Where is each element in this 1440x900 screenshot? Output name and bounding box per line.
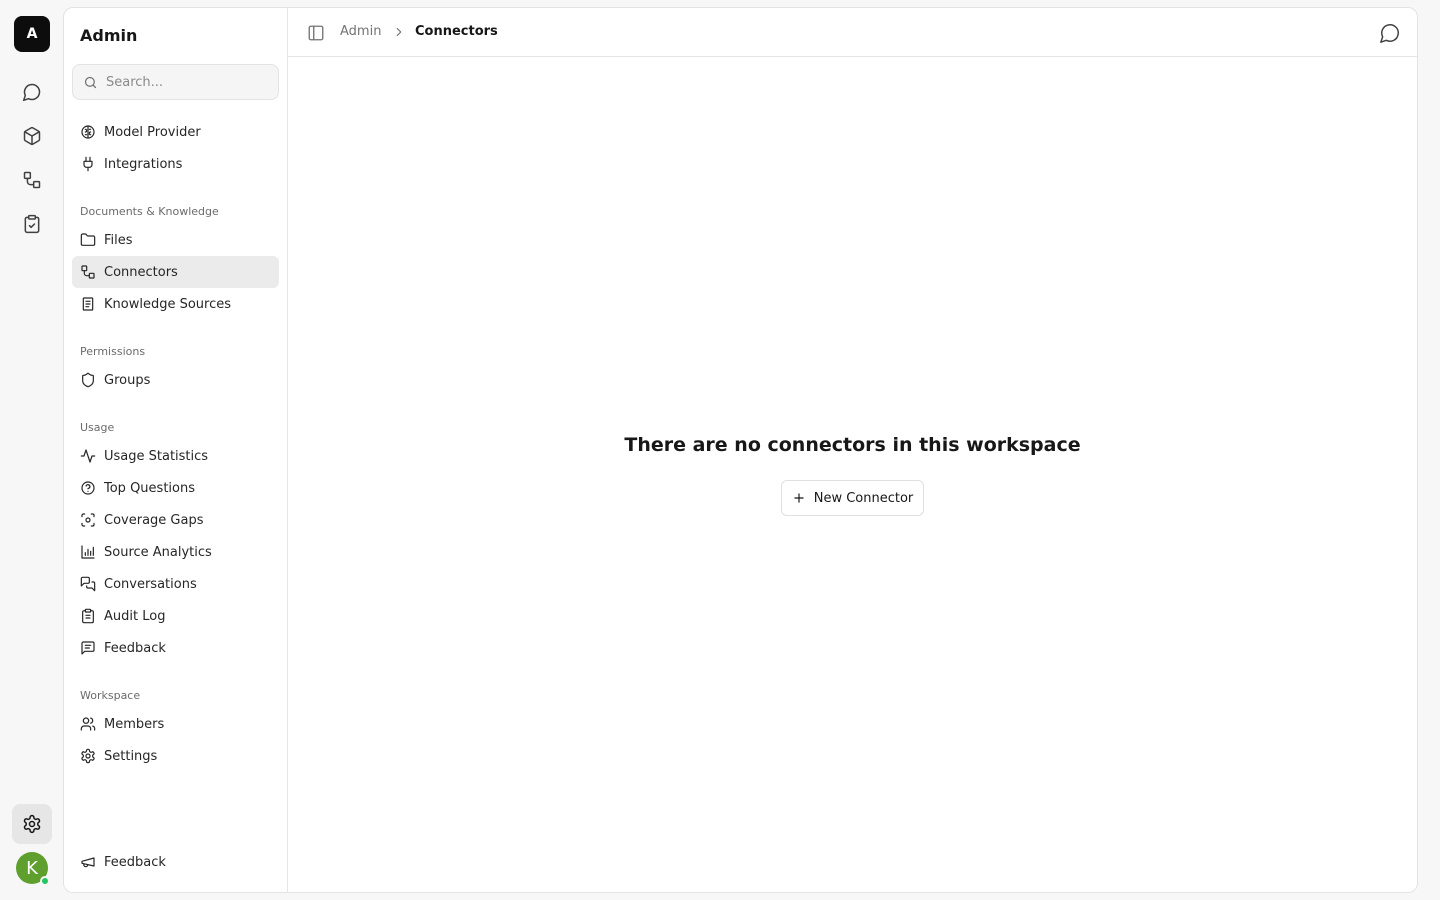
bar-chart-icon <box>81 545 95 559</box>
settings-icon <box>81 748 95 764</box>
sidebar-item-audit-log[interactable]: Audit Log <box>72 600 279 632</box>
section-label-workspace: Workspace <box>80 689 141 702</box>
clipboard-check-icon <box>24 214 40 234</box>
sidebar-item-connectors[interactable]: Connectors <box>72 256 279 288</box>
sidebar-toggle-icon[interactable] <box>307 24 325 42</box>
scan-icon <box>81 513 95 527</box>
sidebar-item-model-provider[interactable]: Model Provider <box>72 116 279 148</box>
connectors-icon <box>81 265 95 279</box>
breadcrumb-current: Connectors <box>415 24 498 39</box>
section-label-usage: Usage <box>80 421 115 434</box>
sidebar-item-integrations[interactable]: Integrations <box>72 148 279 180</box>
settings-icon <box>23 814 41 834</box>
sidebar-item-top-questions[interactable]: Top Questions <box>72 472 279 504</box>
sidebar-item-label: Feedback <box>104 640 166 656</box>
search-box[interactable] <box>72 64 279 100</box>
megaphone-icon <box>81 857 95 868</box>
sidebar-item-usage-statistics[interactable]: Usage Statistics <box>72 440 279 472</box>
sidebar-item-label: Settings <box>104 748 158 764</box>
chat-bubble-icon[interactable] <box>1379 22 1401 44</box>
sidebar-item-label: Feedback <box>104 854 166 870</box>
sidebar-item-groups[interactable]: Groups <box>72 364 279 396</box>
plus-icon <box>794 493 804 503</box>
sidebar-item-label: Model Provider <box>104 124 201 140</box>
sidebar-item-label: Conversations <box>104 576 197 592</box>
rail-connectors-button[interactable] <box>12 160 52 200</box>
sidebar-item-label: Connectors <box>104 264 178 280</box>
box-icon <box>23 126 41 146</box>
admin-sidebar: Admin Model Provider Integrations Docume… <box>64 8 288 892</box>
chevron-right-icon <box>396 27 402 37</box>
sidebar-item-label: Members <box>104 716 165 732</box>
sidebar-title: Admin <box>80 26 138 45</box>
rail-settings-button[interactable] <box>12 804 52 844</box>
users-icon <box>80 717 96 731</box>
rail-chat-button[interactable] <box>12 72 52 112</box>
sidebar-item-files[interactable]: Files <box>72 224 279 256</box>
sidebar-item-feedback[interactable]: Feedback <box>72 846 279 878</box>
top-bar: Admin Connectors <box>288 8 1417 57</box>
messages-icon <box>80 576 96 592</box>
help-circle-icon <box>81 481 95 495</box>
workspace-logo[interactable]: A <box>14 16 50 52</box>
app-rail: A K <box>0 0 64 900</box>
new-connector-button[interactable]: New Connector <box>781 480 924 516</box>
search-input[interactable] <box>106 74 266 90</box>
rail-agents-button[interactable] <box>12 116 52 156</box>
sidebar-item-settings[interactable]: Settings <box>72 740 279 772</box>
sidebar-item-label: Knowledge Sources <box>104 296 232 312</box>
activity-icon <box>80 449 96 463</box>
main-panel: Admin Model Provider Integrations Docume… <box>63 7 1418 893</box>
rail-tasks-button[interactable] <box>12 204 52 244</box>
folder-icon <box>80 233 96 246</box>
brain-icon <box>81 125 95 139</box>
chat-bubble-icon <box>22 83 41 102</box>
search-icon <box>84 76 97 88</box>
sidebar-item-members[interactable]: Members <box>72 708 279 740</box>
shield-icon <box>82 372 94 388</box>
message-square-text-icon <box>81 641 95 655</box>
sidebar-item-label: Files <box>104 232 133 248</box>
empty-state-title: There are no connectors in this workspac… <box>624 434 1081 456</box>
sidebar-item-label: Integrations <box>104 156 183 172</box>
sidebar-item-label: Usage Statistics <box>104 448 209 464</box>
sidebar-item-label: Source Analytics <box>104 544 212 560</box>
breadcrumb-root[interactable]: Admin <box>340 24 381 39</box>
online-status-indicator <box>40 876 50 886</box>
plug-icon <box>83 156 93 172</box>
clipboard-list-icon <box>82 608 94 624</box>
sidebar-item-source-analytics[interactable]: Source Analytics <box>72 536 279 568</box>
connectors-icon <box>23 171 41 189</box>
sidebar-item-label: Audit Log <box>104 608 166 624</box>
section-label-permissions: Permissions <box>80 345 146 358</box>
sidebar-item-coverage-gaps[interactable]: Coverage Gaps <box>72 504 279 536</box>
sidebar-item-knowledge-sources[interactable]: Knowledge Sources <box>72 288 279 320</box>
new-connector-label: New Connector <box>813 490 914 506</box>
sidebar-item-label: Groups <box>104 372 151 388</box>
sidebar-item-label: Coverage Gaps <box>104 512 204 528</box>
section-label-documents: Documents & Knowledge <box>80 205 219 218</box>
book-icon <box>82 297 94 311</box>
sidebar-item-label: Top Questions <box>104 480 195 496</box>
sidebar-item-conversations[interactable]: Conversations <box>72 568 279 600</box>
sidebar-item-feedback-usage[interactable]: Feedback <box>72 632 279 664</box>
